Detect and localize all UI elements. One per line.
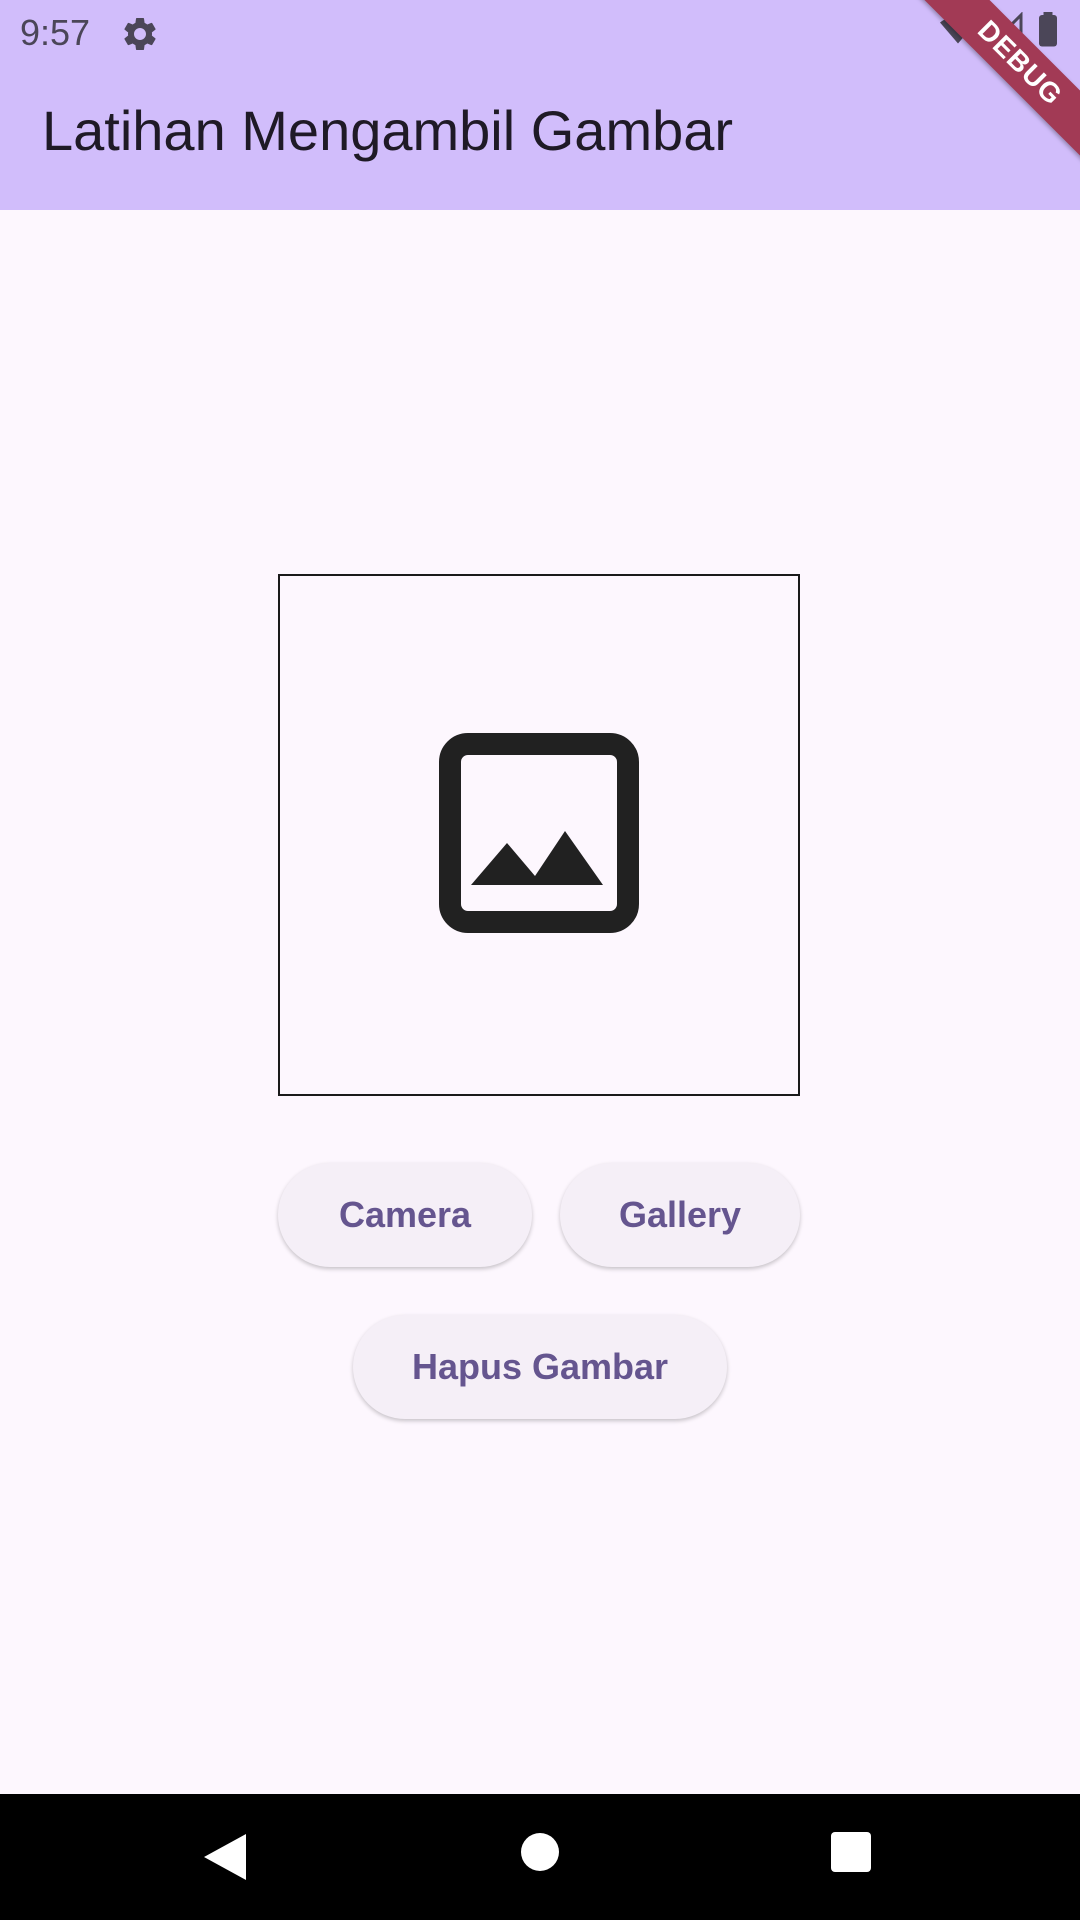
delete-image-button[interactable]: Hapus Gambar bbox=[353, 1315, 727, 1419]
page-title: Latihan Mengambil Gambar bbox=[42, 99, 734, 162]
home-icon[interactable] bbox=[520, 1832, 560, 1877]
image-preview bbox=[278, 574, 800, 1096]
navigation-bar bbox=[0, 1794, 1080, 1920]
gallery-button[interactable]: Gallery bbox=[560, 1163, 800, 1267]
battery-icon bbox=[1036, 12, 1060, 53]
status-time: 9:57 bbox=[20, 12, 91, 53]
camera-button[interactable]: Camera bbox=[278, 1163, 532, 1267]
back-icon[interactable] bbox=[204, 1834, 246, 1885]
image-icon bbox=[439, 732, 639, 938]
gear-icon bbox=[120, 14, 160, 54]
app-bar: 9:57 DEBUG Latihan Mengambil Gambar bbox=[0, 0, 1080, 210]
recents-icon[interactable] bbox=[831, 1832, 871, 1877]
